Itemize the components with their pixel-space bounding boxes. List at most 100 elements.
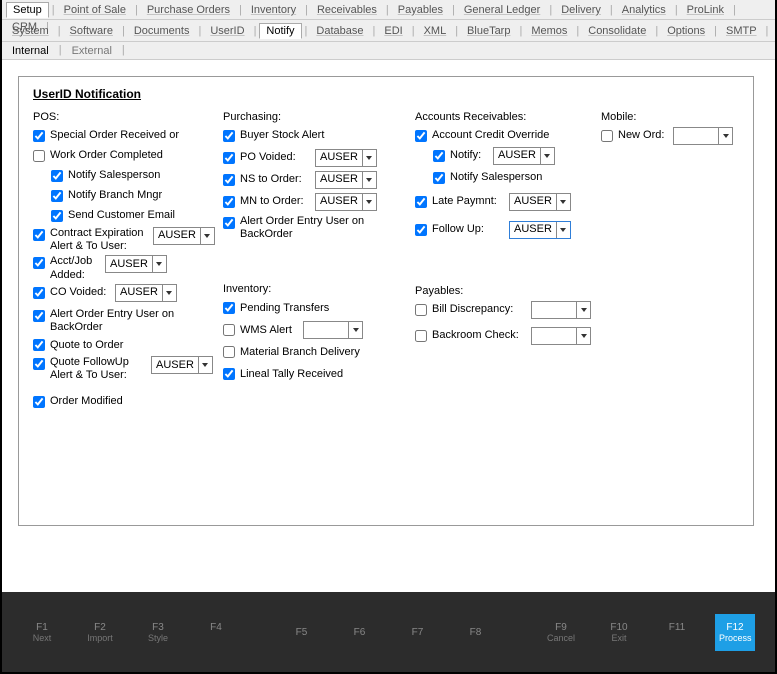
chevron-down-icon[interactable] (718, 128, 732, 144)
co-voided-checkbox[interactable] (33, 287, 45, 299)
order-modified-checkbox[interactable] (33, 396, 45, 408)
chevron-down-icon[interactable] (362, 150, 376, 166)
follow-up-user-select[interactable]: AUSER (509, 221, 571, 239)
buyer-stock-alert-checkbox[interactable] (223, 130, 235, 142)
nav-receivables[interactable]: Receivables (311, 3, 383, 17)
chevron-down-icon[interactable] (152, 256, 166, 272)
nav-payables[interactable]: Payables (392, 3, 449, 17)
subnav-options[interactable]: Options (661, 24, 711, 38)
po-voided-user-select[interactable]: AUSER (315, 149, 377, 167)
subnav-consolidate[interactable]: Consolidate (582, 24, 652, 38)
special-order-checkbox[interactable] (33, 130, 45, 142)
chevron-down-icon[interactable] (576, 328, 590, 344)
acct-job-user-select[interactable]: AUSER (105, 255, 167, 273)
quote-to-order-checkbox[interactable] (33, 339, 45, 351)
subnav-memos[interactable]: Memos (525, 24, 573, 38)
acct-job-added-label: Acct/Job Added: (50, 255, 102, 281)
subnav-bluetarp[interactable]: BlueTarp (461, 24, 516, 38)
ar-notify-user-select[interactable]: AUSER (493, 147, 555, 165)
subnav-software[interactable]: Software (64, 24, 119, 38)
late-paymnt-user-select[interactable]: AUSER (509, 193, 571, 211)
chevron-down-icon[interactable] (200, 228, 214, 244)
new-ord-user-select[interactable] (673, 127, 733, 145)
mn-to-order-user-select[interactable]: AUSER (315, 193, 377, 211)
subnav-system[interactable]: System (6, 24, 55, 38)
po-voided-checkbox[interactable] (223, 152, 235, 164)
late-paymnt-checkbox[interactable] (415, 196, 427, 208)
subnav-xml[interactable]: XML (418, 24, 453, 38)
quote-followup-user-select[interactable]: AUSER (151, 356, 213, 374)
bill-discrepancy-user-select[interactable] (531, 301, 591, 319)
quote-followup-user-value: AUSER (152, 359, 198, 372)
bill-discrepancy-checkbox[interactable] (415, 304, 427, 316)
f8-button[interactable]: F8 (456, 619, 496, 646)
chevron-down-icon[interactable] (576, 302, 590, 318)
co-voided-user-select[interactable]: AUSER (115, 284, 177, 302)
chevron-down-icon[interactable] (162, 285, 176, 301)
purch-alert-order-entry-checkbox[interactable] (223, 217, 235, 229)
subnav-documents[interactable]: Documents (128, 24, 196, 38)
quote-followup-checkbox[interactable] (33, 358, 45, 370)
ns-to-order-user-select[interactable]: AUSER (315, 171, 377, 189)
nav-setup[interactable]: Setup (6, 2, 49, 18)
acct-job-added-checkbox[interactable] (33, 257, 45, 269)
nav-pos[interactable]: Point of Sale (58, 3, 132, 17)
send-customer-email-checkbox[interactable] (51, 210, 63, 222)
chevron-down-icon[interactable] (362, 194, 376, 210)
chevron-down-icon[interactable] (362, 172, 376, 188)
wms-alert-user-select[interactable] (303, 321, 363, 339)
acct-credit-override-checkbox[interactable] (415, 130, 427, 142)
f4-button[interactable]: F4 (196, 614, 236, 651)
material-branch-delivery-checkbox[interactable] (223, 346, 235, 358)
contract-expiration-checkbox[interactable] (33, 229, 45, 241)
contract-expiration-user-select[interactable]: AUSER (153, 227, 215, 245)
pos-alert-order-entry-checkbox[interactable] (33, 310, 45, 322)
follow-up-checkbox[interactable] (415, 224, 427, 236)
subnav-database[interactable]: Database (310, 24, 369, 38)
backroom-check-checkbox[interactable] (415, 330, 427, 342)
nav-prolink[interactable]: ProLink (681, 3, 730, 17)
chevron-down-icon[interactable] (540, 148, 554, 164)
f10-exit-button[interactable]: F10Exit (599, 614, 639, 651)
ns-to-order-user-value: AUSER (316, 173, 362, 186)
subnav-userid[interactable]: UserID (204, 24, 250, 38)
subnav-smtp[interactable]: SMTP (720, 24, 763, 38)
wms-alert-checkbox[interactable] (223, 324, 235, 336)
wo-completed-checkbox[interactable] (33, 150, 45, 162)
nav-analytics[interactable]: Analytics (616, 3, 672, 17)
tab-external[interactable]: External (68, 44, 116, 59)
nav-inventory[interactable]: Inventory (245, 3, 302, 17)
f3-button[interactable]: F3Style (138, 614, 178, 651)
f12-process-button[interactable]: F12Process (715, 614, 755, 651)
f11-button[interactable]: F11 (657, 614, 697, 651)
pending-transfers-checkbox[interactable] (223, 302, 235, 314)
quote-to-order-label: Quote to Order (50, 339, 123, 352)
mn-to-order-checkbox[interactable] (223, 196, 235, 208)
nav-general-ledger[interactable]: General Ledger (458, 3, 546, 17)
f6-button[interactable]: F6 (340, 619, 380, 646)
notify-salesperson-checkbox[interactable] (51, 170, 63, 182)
f2-button[interactable]: F2Import (80, 614, 120, 651)
new-ord-checkbox[interactable] (601, 130, 613, 142)
ar-notify-salesperson-checkbox[interactable] (433, 172, 445, 184)
ns-to-order-checkbox[interactable] (223, 174, 235, 186)
backroom-check-user-select[interactable] (531, 327, 591, 345)
nav-purchase-orders[interactable]: Purchase Orders (141, 3, 236, 17)
subnav-notify[interactable]: Notify (259, 23, 301, 39)
chevron-down-icon[interactable] (198, 357, 212, 373)
userid-notification-group: UserID Notification POS: Special Order R… (18, 76, 754, 526)
f1-button[interactable]: F1Next (22, 614, 62, 651)
chevron-down-icon[interactable] (556, 222, 570, 238)
tab-internal[interactable]: Internal (8, 44, 53, 59)
f7-button[interactable]: F7 (398, 619, 438, 646)
chevron-down-icon[interactable] (348, 322, 362, 338)
chevron-down-icon[interactable] (556, 194, 570, 210)
f9-cancel-button[interactable]: F9Cancel (541, 614, 581, 651)
subnav-edi[interactable]: EDI (378, 24, 408, 38)
nav-delivery[interactable]: Delivery (555, 3, 607, 17)
f5-button[interactable]: F5 (282, 619, 322, 646)
pending-transfers-label: Pending Transfers (240, 302, 329, 315)
ar-notify-checkbox[interactable] (433, 150, 445, 162)
lineal-tally-checkbox[interactable] (223, 368, 235, 380)
notify-branch-mngr-checkbox[interactable] (51, 190, 63, 202)
